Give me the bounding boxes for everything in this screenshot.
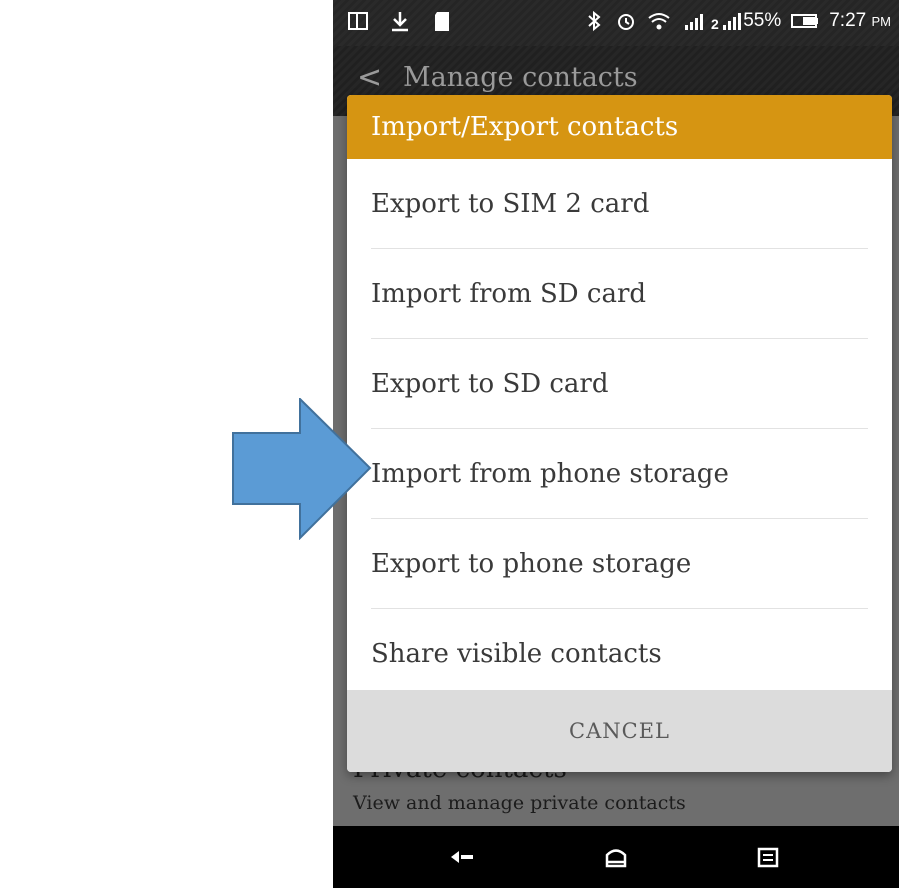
page-title: Manage contacts (403, 62, 638, 93)
menu-item-label: Import from SD card (371, 279, 647, 309)
download-icon (389, 10, 411, 32)
menu-item-label: Export to SIM 2 card (371, 189, 650, 219)
sd-card-icon (431, 10, 453, 32)
menu-item-label: Export to SD card (371, 369, 609, 399)
bluetooth-icon (583, 10, 605, 32)
signal-sim1-icon (679, 10, 704, 32)
clock: 7:27 PM (829, 10, 891, 32)
status-bar: 2 55% 7:27 PM (333, 0, 899, 46)
dialog-title: Import/Export contacts (347, 95, 892, 159)
menu-item-label: Import from phone storage (371, 459, 729, 489)
menu-item-label: Share visible contacts (371, 639, 662, 669)
menu-item-share-visible[interactable]: Share visible contacts (347, 609, 892, 699)
svg-text:2: 2 (711, 16, 719, 32)
menu-item-export-sd[interactable]: Export to SD card (347, 339, 892, 429)
recent-apps-icon[interactable] (748, 842, 788, 872)
alarm-icon (615, 10, 637, 32)
phone-screen: 2 55% 7:27 PM < Manage contacts Private … (333, 0, 899, 888)
screen-mirror-icon (347, 10, 369, 32)
import-export-dialog: Import/Export contacts Export to SIM 2 c… (347, 95, 892, 772)
menu-item-export-sim2[interactable]: Export to SIM 2 card (347, 159, 892, 249)
battery-percent: 55% (743, 10, 782, 31)
back-arrow-icon[interactable]: < (357, 60, 382, 95)
menu-item-label: Export to phone storage (371, 549, 692, 579)
back-icon[interactable] (443, 842, 483, 872)
annotation-arrow (232, 398, 372, 540)
clock-time: 7:27 (829, 10, 867, 31)
menu-item-import-sd[interactable]: Import from SD card (347, 249, 892, 339)
signal-sim2-icon: 2 (711, 10, 742, 32)
home-icon[interactable] (596, 842, 636, 872)
menu-item-import-phone-storage[interactable]: Import from phone storage (347, 429, 892, 519)
cancel-button[interactable]: CANCEL (347, 690, 892, 772)
navigation-bar (333, 826, 899, 888)
wifi-icon (647, 10, 670, 32)
menu-item-export-phone-storage[interactable]: Export to phone storage (347, 519, 892, 609)
list-item-subtitle: View and manage private contacts (353, 792, 686, 814)
annotation-arrow-shape (232, 398, 372, 540)
clock-ampm: PM (871, 14, 892, 29)
battery-icon (791, 10, 819, 32)
